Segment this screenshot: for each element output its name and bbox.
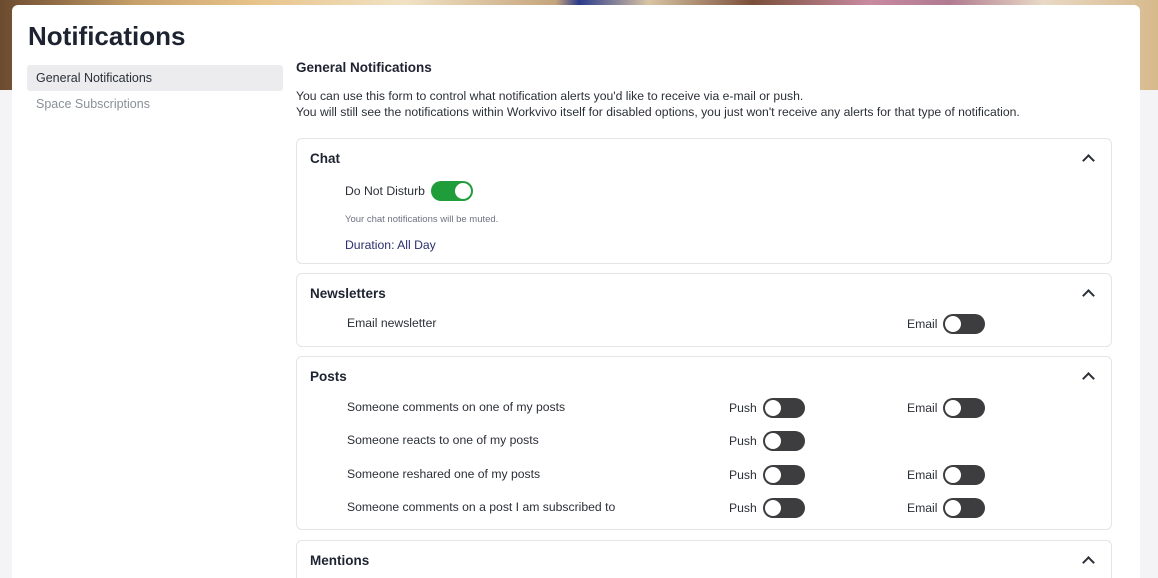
newsletters-panel: Newsletters Email newsletter Email [296,273,1112,347]
push-label: Push [729,501,757,515]
do-not-disturb-label: Do Not Disturb [345,184,425,198]
email-option: Email [907,313,986,335]
email-label: Email [907,468,938,482]
push-label: Push [729,401,757,415]
push-toggle[interactable] [762,465,805,485]
list-item: Someone reshared one of my posts Push Em… [297,464,1111,486]
list-item: Someone comments on a post I am subscrib… [297,497,1111,519]
list-item: Someone reacts to one of my posts Push [297,430,1111,452]
email-option: Email [907,464,986,486]
toggle-knob [945,316,962,332]
posts-panel: Posts Someone comments on one of my post… [296,356,1112,530]
settings-sidebar: General Notifications Space Subscription… [27,65,283,117]
intro-line-2: You will still see the notifications wit… [296,105,1020,119]
toggle-knob [945,467,962,483]
push-option: Push [729,397,805,419]
notification-label: Email newsletter [347,316,437,330]
email-toggle[interactable] [943,498,986,518]
posts-panel-title: Posts [310,369,347,384]
main-content: General Notifications You can use this f… [296,58,1112,120]
push-label: Push [729,468,757,482]
toggle-knob [945,500,962,516]
email-toggle[interactable] [943,465,986,485]
section-heading: General Notifications [296,60,432,75]
intro-text: You can use this form to control what no… [296,88,1112,120]
push-toggle[interactable] [762,498,805,518]
email-toggle[interactable] [943,398,986,418]
toggle-knob [764,433,781,449]
chevron-up-icon[interactable] [1082,556,1095,569]
intro-line-1: You can use this form to control what no… [296,89,804,103]
sidebar-item-space-subscriptions[interactable]: Space Subscriptions [27,91,283,117]
email-option: Email [907,497,986,519]
mentions-panel: Mentions [296,540,1112,578]
toggle-knob [945,400,962,416]
list-item: Someone comments on one of my posts Push… [297,397,1111,419]
list-item: Email newsletter Email [297,313,1111,335]
chat-panel-title: Chat [310,151,340,166]
page-title: Notifications [28,21,186,51]
notification-label: Someone comments on a post I am subscrib… [347,500,616,514]
email-label: Email [907,317,938,331]
email-label: Email [907,501,938,515]
notification-label: Someone comments on one of my posts [347,400,566,414]
notification-label: Someone reshared one of my posts [347,467,541,481]
duration-link[interactable]: Duration: All Day [345,238,436,252]
toggle-knob [764,400,781,416]
push-option: Push [729,464,805,486]
do-not-disturb-toggle[interactable] [430,181,473,201]
chat-panel: Chat Do Not Disturb Your chat notificati… [296,138,1112,264]
toggle-knob [764,467,781,483]
sidebar-item-general-notifications[interactable]: General Notifications [27,65,283,91]
mentions-panel-title: Mentions [310,553,370,568]
chevron-up-icon[interactable] [1082,372,1095,385]
push-option: Push [729,430,805,452]
email-option: Email [907,397,986,419]
push-option: Push [729,497,805,519]
chat-muted-note: Your chat notifications will be muted. [345,214,499,225]
email-toggle[interactable] [943,314,986,334]
notification-label: Someone reacts to one of my posts [347,433,539,447]
push-label: Push [729,434,757,448]
do-not-disturb-row: Do Not Disturb [345,181,473,201]
push-toggle[interactable] [762,431,805,451]
newsletters-panel-title: Newsletters [310,286,386,301]
chevron-up-icon[interactable] [1082,289,1095,302]
toggle-knob [764,500,781,516]
push-toggle[interactable] [762,398,805,418]
email-label: Email [907,401,938,415]
toggle-knob [454,183,471,199]
chevron-up-icon[interactable] [1082,154,1095,167]
